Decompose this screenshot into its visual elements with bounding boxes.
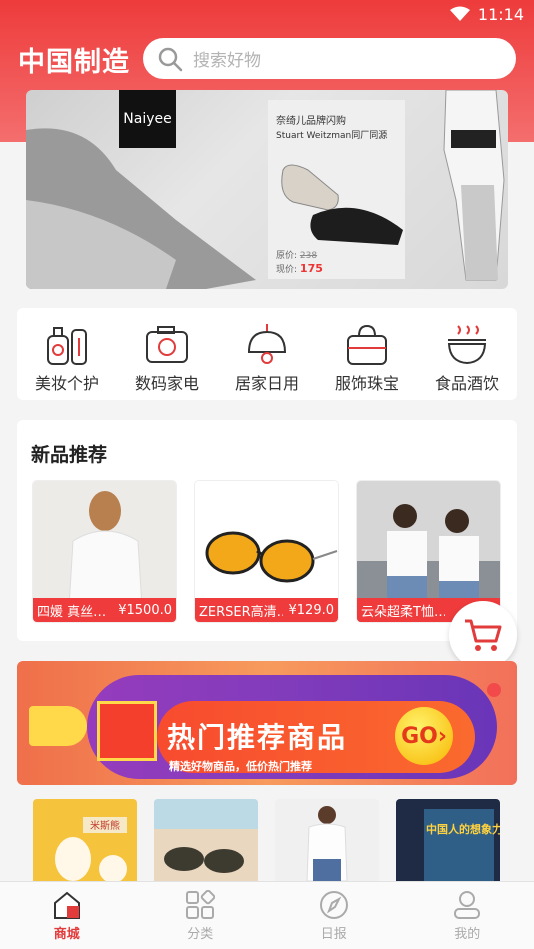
category-label: 美妆个护	[34, 374, 99, 393]
megaphone-icon	[29, 706, 87, 746]
search-placeholder: 搜索好物	[193, 51, 261, 71]
recommend-grid: 米斯熊 中国人的想象力	[0, 799, 534, 881]
tab-label: 我的	[454, 927, 481, 942]
product-name: 四媛 真丝…	[37, 604, 107, 620]
section-title: 新品推荐	[31, 444, 108, 466]
product-name: ZERSER高清…	[199, 604, 283, 620]
recommend-item[interactable]: 米斯熊	[33, 799, 137, 881]
compass-icon	[319, 891, 348, 919]
banner-carousel[interactable]: Naiyee 奈绮儿品牌闪购 Stuart Weitzman同厂同源 原价: 2…	[26, 90, 508, 289]
gift-icon	[97, 701, 157, 761]
decor-dot	[487, 683, 501, 697]
orig-label: 原价:	[276, 251, 298, 261]
cart-button[interactable]	[449, 601, 517, 669]
tab-label: 商城	[53, 927, 80, 942]
category-home[interactable]: 居家日用	[217, 308, 317, 400]
product-image	[154, 799, 258, 881]
product-image	[275, 799, 379, 881]
new-products-panel: 新品推荐 四媛 真丝… ¥1500.0 ZERSER高清… ¥129.0 云朵超…	[17, 420, 517, 641]
banner-model-image	[26, 90, 505, 289]
promo-banner[interactable]: 热门推荐商品 精选好物商品，低价热门推荐 GO›	[17, 661, 517, 785]
orig-price: 238	[299, 251, 318, 261]
profile-icon	[454, 891, 481, 919]
product-info-bar: 四媛 真丝… ¥1500.0	[33, 598, 176, 622]
category-apparel[interactable]: 服饰珠宝	[317, 308, 417, 400]
go-button[interactable]: GO›	[395, 707, 453, 765]
category-food[interactable]: 食品酒饮	[417, 308, 517, 400]
lamp-icon	[247, 324, 287, 364]
product-price: ¥1500.0	[118, 602, 172, 618]
tab-me[interactable]: 我的	[401, 882, 534, 949]
book-image: 中国人的想象力	[396, 799, 500, 881]
tab-category[interactable]: 分类	[134, 882, 268, 949]
banner-original-price: 原价: 238	[276, 248, 317, 261]
promo-title: 热门推荐商品	[167, 721, 348, 754]
category-icon	[186, 890, 216, 919]
category-label: 服饰珠宝	[334, 374, 399, 393]
home-icon	[53, 891, 80, 919]
bag-icon	[347, 324, 387, 365]
cosmetics-icon	[47, 327, 87, 365]
bottom-tab-bar: 商城 分类 日报 我的	[0, 881, 534, 949]
search-input[interactable]: 搜索好物	[143, 38, 516, 79]
banner-brand-logo: Naiyee	[119, 90, 176, 148]
product-price: ¥129.0	[288, 602, 335, 618]
banner-product-card: 奈绮儿品牌闪购 Stuart Weitzman同厂同源 原价: 238 现价: …	[268, 100, 405, 279]
status-time: 11:14	[477, 5, 524, 24]
thumb-label: 米斯熊	[90, 819, 120, 832]
product-card[interactable]: ZERSER高清… ¥129.0	[194, 480, 339, 623]
status-bar: 11:14	[0, 0, 534, 30]
cart-icon	[465, 619, 502, 651]
banner-card-title: 奈绮儿品牌闪购	[276, 116, 346, 127]
now-price: 175	[299, 262, 323, 275]
brand-title: 中国制造	[18, 47, 130, 78]
book-title: 中国人的想象力	[426, 822, 500, 836]
wifi-icon	[450, 6, 470, 21]
now-label: 现价:	[276, 265, 298, 275]
shoe-image	[281, 164, 403, 245]
tab-label: 日报	[320, 927, 347, 942]
product-info-bar: ZERSER高清… ¥129.0	[195, 598, 338, 622]
category-cosmetics[interactable]: 美妆个护	[17, 308, 117, 400]
recommend-item[interactable]	[275, 799, 379, 881]
category-label: 居家日用	[234, 374, 299, 393]
category-digital[interactable]: 数码家电	[117, 308, 217, 400]
tab-mall[interactable]: 商城	[0, 882, 134, 949]
promo-subtitle: 精选好物商品，低价热门推荐	[169, 760, 312, 773]
category-panel: 美妆个护 数码家电 居家日用 服饰珠宝 食品酒饮	[17, 308, 517, 400]
category-label: 数码家电	[134, 374, 199, 393]
product-image: 米斯熊	[33, 799, 137, 881]
bowl-icon	[447, 325, 487, 365]
recommend-item[interactable]	[154, 799, 258, 881]
tab-label: 分类	[187, 927, 214, 942]
category-label: 食品酒饮	[434, 374, 499, 393]
camera-icon	[146, 326, 188, 363]
tab-daily[interactable]: 日报	[267, 882, 401, 949]
recommend-item[interactable]: 中国人的想象力	[396, 799, 500, 881]
banner-current-price: 现价: 175	[276, 262, 323, 275]
product-card[interactable]: 四媛 真丝… ¥1500.0	[32, 480, 177, 623]
product-name: 云朵超柔T恤…	[361, 604, 445, 620]
search-icon	[158, 47, 183, 71]
